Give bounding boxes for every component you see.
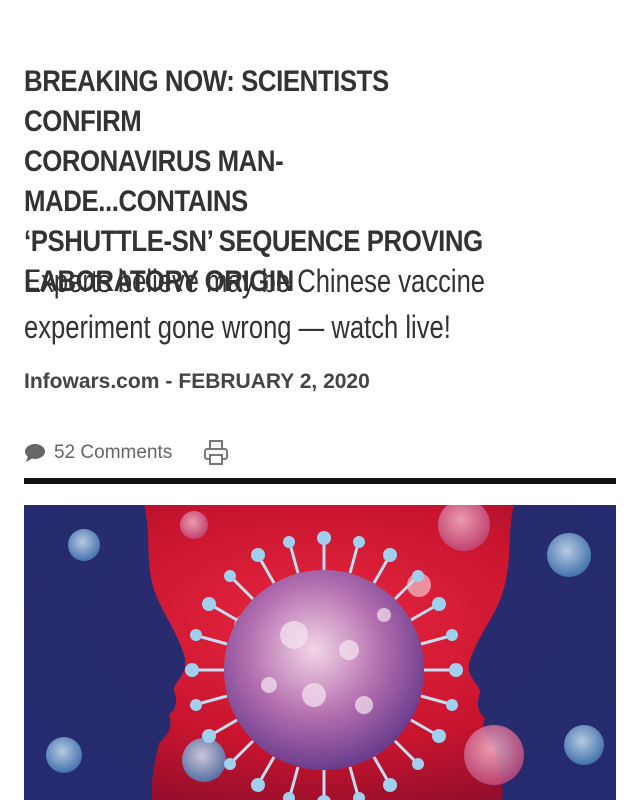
hero-image <box>24 505 616 800</box>
comments-link[interactable]: 52 Comments <box>24 442 172 464</box>
article-subheadline: Experts believe may be Chinese vaccine e… <box>24 263 486 345</box>
article-byline: Infowars.com - FEBRUARY 2, 2020 <box>24 370 370 394</box>
article: BREAKING NOW: SCIENTISTS CONFIRM CORONAV… <box>0 0 640 800</box>
header-divider <box>24 478 616 484</box>
article-meta-row: 52 Comments <box>24 438 230 468</box>
printer-icon <box>204 440 229 465</box>
comments-count-label: 52 Comments <box>54 442 173 463</box>
byline-date: FEBRUARY 2, 2020 <box>178 370 370 393</box>
print-button[interactable] <box>202 439 230 467</box>
speech-bubble-icon <box>25 444 45 462</box>
byline-source[interactable]: Infowars.com <box>24 370 159 393</box>
byline-separator: - <box>165 370 173 393</box>
